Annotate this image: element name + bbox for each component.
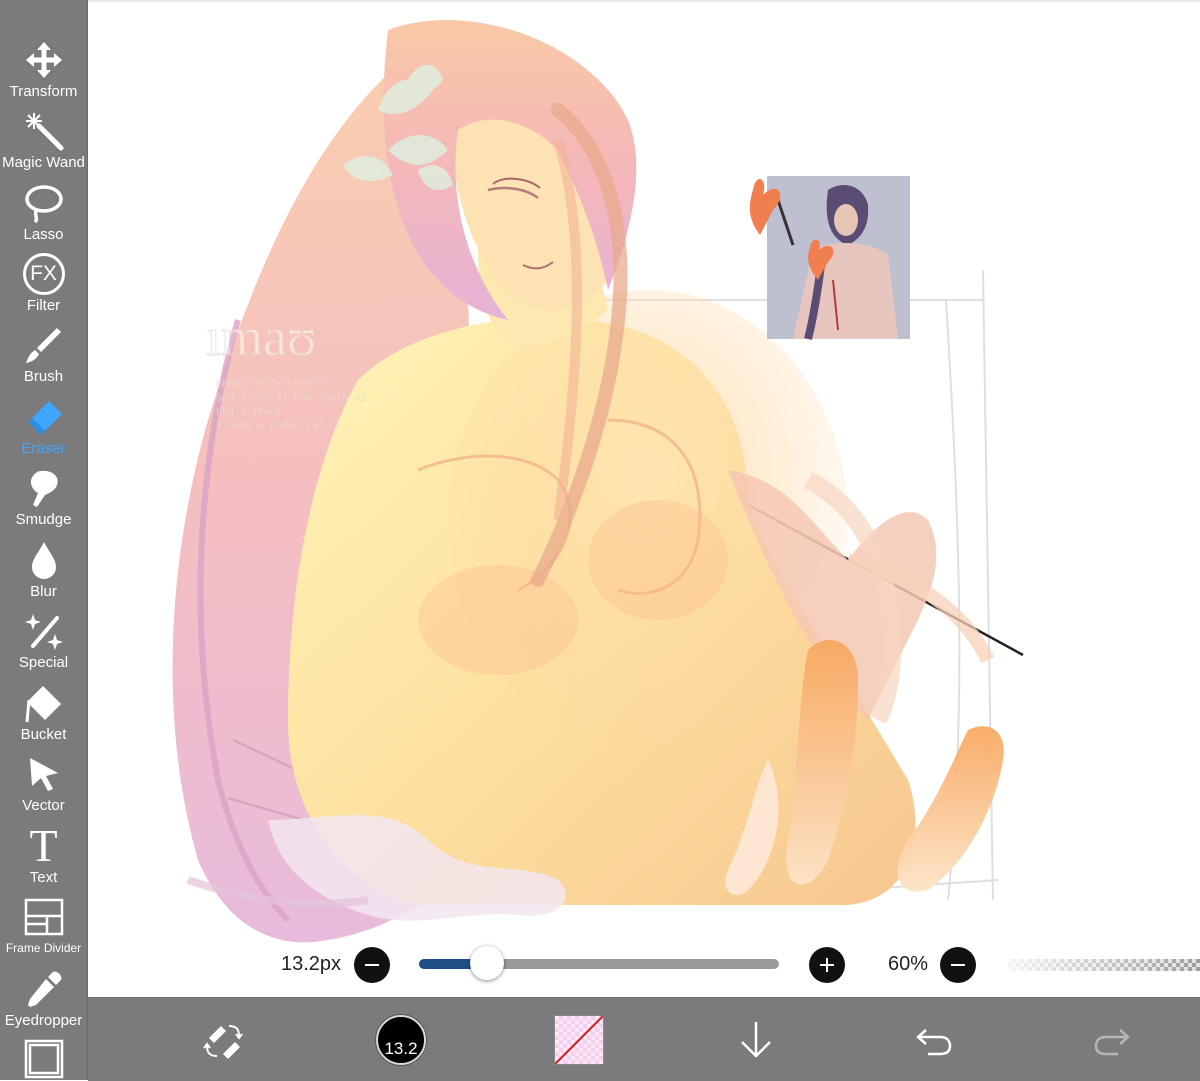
tool-magic-wand[interactable]: Magic Wand [0, 105, 87, 176]
watermark-line: DON'T USE IT FOR TRAIN AI [216, 393, 367, 404]
minus-icon [951, 964, 965, 966]
move-arrows-icon [22, 38, 66, 82]
bucket-icon [22, 681, 66, 725]
tool-filter[interactable]: FX Filter [0, 248, 87, 319]
eyedropper-icon [22, 967, 66, 1011]
tool-label: Eraser [21, 440, 66, 457]
lasso-icon [22, 181, 66, 225]
tool-label: Smudge [15, 511, 72, 528]
brush-icon [22, 323, 66, 367]
tool-label: Special [18, 654, 69, 671]
reference-image [749, 176, 910, 341]
tool-label: Bucket [20, 726, 67, 743]
brush-controls: 13.2px 60% [88, 940, 1200, 994]
artwork: ımaʊ REPOST WITH CREDIT DON'T USE IT FOR… [172, 20, 1024, 943]
magic-wand-icon [22, 109, 66, 153]
brush-size-button[interactable]: 13.2 [371, 998, 431, 1081]
text-icon-glyph: T [29, 820, 58, 871]
download-arrow-icon [741, 1021, 771, 1058]
size-decrease-button[interactable] [354, 947, 390, 983]
tool-label: Frame Divider [5, 941, 82, 955]
tool-brush[interactable]: Brush [0, 319, 87, 390]
watermark-line: I HAVE A FERAL CAT [216, 421, 324, 432]
redo-button[interactable] [1082, 998, 1142, 1081]
color-swatch [554, 1014, 604, 1065]
tool-transform[interactable]: Transform [0, 34, 87, 105]
tool-label: Filter [26, 297, 61, 314]
opacity-readout: 60% [888, 953, 929, 975]
smudge-icon [22, 466, 66, 510]
tool-eraser[interactable]: Eraser [0, 391, 87, 462]
tool-label: Blur [30, 583, 57, 600]
tool-label: Lasso [23, 226, 64, 243]
cursor-arrow-icon [22, 752, 66, 796]
canvas-border [88, 0, 1200, 2]
fx-icon: FX [22, 252, 66, 296]
watermark-line: DON'T TRACE [216, 407, 282, 418]
tool-special[interactable]: Special [0, 605, 87, 676]
frame-divider-icon [22, 895, 66, 939]
tool-canvas[interactable] [0, 1034, 87, 1080]
plus-icon [820, 958, 834, 972]
tool-label: Transform [9, 83, 78, 100]
fx-icon-text: FX [22, 253, 65, 295]
drop-icon [22, 538, 66, 582]
tool-lasso[interactable]: Lasso [0, 177, 87, 248]
tool-bucket[interactable]: Bucket [0, 677, 87, 748]
swap-tools-button[interactable] [193, 998, 253, 1081]
redo-icon [1094, 1028, 1130, 1055]
opacity-slider[interactable] [1008, 959, 1200, 971]
brush-size-readout: 13.2px [281, 953, 342, 975]
eraser-icon [22, 395, 66, 439]
undo-icon [916, 1028, 952, 1055]
watermark-signature: ımaʊ [206, 307, 317, 367]
tool-blur[interactable]: Blur [0, 534, 87, 605]
sparkle-icon [22, 609, 66, 653]
tool-smudge[interactable]: Smudge [0, 462, 87, 533]
layer-down-button[interactable] [726, 998, 786, 1081]
tool-sidebar: Transform Magic Wand Lasso FX Filter Bru… [0, 0, 88, 1080]
watermark-line: REPOST WITH CREDIT [216, 379, 324, 390]
color-button[interactable] [549, 998, 609, 1081]
text-icon: T [22, 820, 66, 871]
bottom-bar: 13.2 [88, 997, 1200, 1081]
tool-label: Vector [22, 797, 65, 814]
tool-label: Text [29, 869, 58, 886]
no-color-slash-icon [555, 1015, 603, 1064]
tool-text[interactable]: T Text [0, 820, 87, 891]
tool-label: Eyedropper [4, 1012, 83, 1029]
drawing-canvas[interactable]: ımaʊ REPOST WITH CREDIT DON'T USE IT FOR… [88, 0, 1200, 997]
undo-button[interactable] [904, 998, 964, 1081]
slider-thumb[interactable] [470, 946, 505, 980]
opacity-decrease-button[interactable] [940, 947, 976, 983]
tool-eyedropper[interactable]: Eyedropper [0, 963, 87, 1034]
size-increase-button[interactable] [809, 947, 845, 983]
minus-icon [365, 964, 379, 966]
canvas-icon [22, 1038, 66, 1080]
tool-vector[interactable]: Vector [0, 748, 87, 819]
swap-tools-icon [203, 1024, 243, 1059]
brush-size-badge: 13.2 [376, 1014, 426, 1065]
tool-frame-divider[interactable]: Frame Divider [0, 891, 87, 962]
tool-label: Magic Wand [2, 154, 85, 171]
brush-size-slider[interactable] [419, 946, 779, 980]
tool-label: Brush [23, 368, 64, 385]
